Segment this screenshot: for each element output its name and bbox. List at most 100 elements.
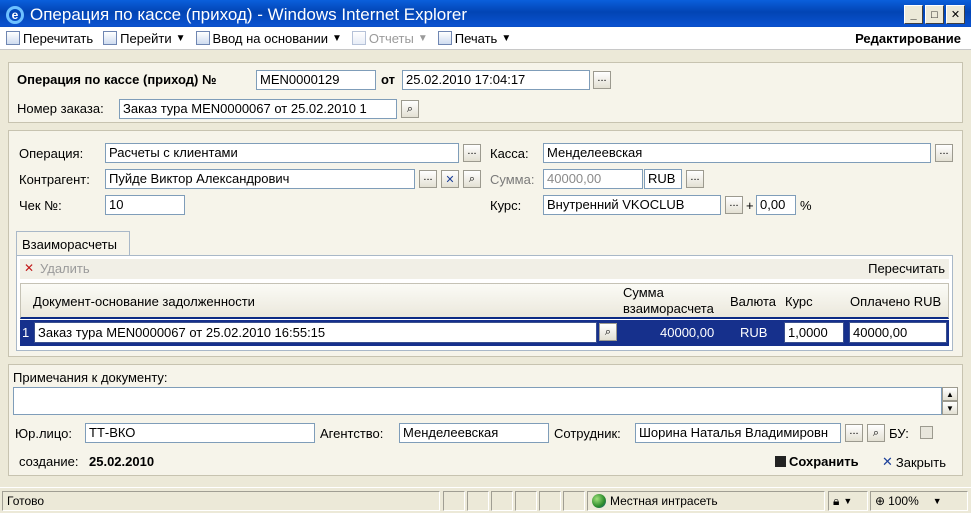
notes-label: Примечания к документу: bbox=[13, 370, 168, 385]
reports-icon bbox=[351, 31, 366, 45]
col-paid-header[interactable]: Оплачено RUB bbox=[850, 294, 941, 309]
bu-label: БУ: bbox=[889, 426, 909, 441]
ie-logo-icon: e bbox=[6, 6, 24, 24]
created-label: создание: bbox=[19, 454, 79, 469]
grid-header: Документ-основание задолженности Сумма в… bbox=[20, 283, 949, 319]
counterparty-label: Контрагент: bbox=[19, 172, 90, 187]
goto-menu[interactable]: Перейти ▼ bbox=[103, 30, 186, 46]
footer-panel: Примечания к документу: ▲ ▼ Юр.лицо: ТТ-… bbox=[8, 364, 963, 476]
print-label: Печать bbox=[454, 30, 498, 46]
status-text: Готово bbox=[2, 491, 440, 511]
minimize-button[interactable]: _ bbox=[904, 5, 923, 24]
printer-icon bbox=[437, 31, 452, 45]
col-currency-header[interactable]: Валюта bbox=[730, 294, 776, 309]
close-button[interactable]: ✕ Закрыть bbox=[882, 454, 946, 470]
created-value: 25.02.2010 bbox=[89, 454, 155, 469]
legal-label: Юр.лицо: bbox=[15, 426, 72, 441]
row-doc-field[interactable]: Заказ тура MEN0000067 от 25.02.2010 16:5… bbox=[34, 322, 597, 343]
col-sum-header[interactable]: Сумма взаиморасчета bbox=[623, 285, 733, 317]
zoom-button[interactable]: ⊕ 100% ▼ bbox=[870, 491, 968, 511]
rate-select-button[interactable]: ... bbox=[725, 196, 743, 214]
rate-label: Курс: bbox=[490, 198, 522, 213]
dropdown-arrow-icon: ▼ bbox=[175, 32, 186, 44]
employee-field[interactable]: Шорина Наталья Владимировн bbox=[635, 423, 841, 443]
operation-label: Операция: bbox=[19, 146, 84, 161]
zoom-label: 100% bbox=[888, 494, 919, 508]
percent-field[interactable]: 0,00 bbox=[756, 195, 796, 215]
legal-field[interactable]: ТТ-ВКО bbox=[85, 423, 315, 443]
goto-label: Перейти bbox=[120, 30, 172, 46]
maximize-button[interactable]: □ bbox=[925, 5, 944, 24]
order-label: Номер заказа: bbox=[17, 101, 104, 116]
security-zone[interactable]: Местная интрасеть bbox=[587, 491, 825, 511]
agency-field[interactable]: Менделеевская bbox=[399, 423, 549, 443]
currency-select-button[interactable]: ... bbox=[686, 170, 704, 188]
window-title: Операция по кассе (приход) - Windows Int… bbox=[30, 5, 468, 24]
clear-icon[interactable]: ✕ bbox=[441, 170, 459, 188]
tab-settlements[interactable]: Взаиморасчеты bbox=[16, 231, 130, 256]
zone-label: Местная интрасеть bbox=[610, 494, 718, 508]
form-toolbar: Перечитать Перейти ▼ Ввод на основании ▼… bbox=[0, 27, 971, 50]
notes-scroll-down-icon[interactable]: ▼ bbox=[942, 401, 958, 415]
operation-select-button[interactable]: ... bbox=[463, 144, 481, 162]
row-doc-search-icon[interactable]: ⌕ bbox=[599, 323, 617, 341]
status-segment bbox=[467, 491, 489, 511]
cashbox-field[interactable]: Менделеевская bbox=[543, 143, 931, 163]
notes-scroll-up-icon[interactable]: ▲ bbox=[942, 387, 958, 401]
operation-field[interactable]: Расчеты с клиентами bbox=[105, 143, 459, 163]
based-on-menu[interactable]: Ввод на основании ▼ bbox=[195, 30, 342, 46]
cashbox-select-button[interactable]: ... bbox=[935, 144, 953, 162]
header-panel: Операция по кассе (приход) № MEN0000129 … bbox=[8, 62, 963, 123]
print-menu[interactable]: Печать ▼ bbox=[437, 30, 511, 46]
employee-select-button[interactable]: ... bbox=[845, 424, 863, 442]
date-select-button[interactable]: ... bbox=[593, 71, 611, 89]
close-window-button[interactable]: ✕ bbox=[946, 5, 965, 24]
browser-statusbar: Готово Местная интрасеть 🔒︎ ▼ ⊕ 100% ▼ bbox=[0, 487, 971, 513]
counterparty-search-icon[interactable]: ⌕ bbox=[463, 170, 481, 188]
order-search-icon[interactable]: ⌕ bbox=[401, 100, 419, 118]
row-paid-field[interactable]: 40000,00 bbox=[849, 322, 947, 343]
mode-label: Редактирование bbox=[855, 30, 961, 46]
reread-button[interactable]: Перечитать bbox=[6, 31, 93, 46]
counterparty-field[interactable]: Пуйде Виктор Александрович bbox=[105, 169, 415, 189]
sum-field[interactable]: 40000,00 bbox=[543, 169, 643, 189]
from-label: от bbox=[381, 72, 395, 87]
close-icon: ✕ bbox=[882, 454, 893, 469]
reread-label: Перечитать bbox=[23, 30, 94, 46]
notes-field[interactable] bbox=[13, 387, 942, 415]
check-field[interactable]: 10 bbox=[105, 195, 185, 215]
grid-toolbar: ✕ Удалить Пересчитать bbox=[20, 259, 949, 279]
currency-field[interactable]: RUB bbox=[644, 169, 682, 189]
dropdown-arrow-icon: ▼ bbox=[843, 496, 853, 506]
main-panel: Операция: Расчеты с клиентами ... Контра… bbox=[8, 130, 963, 357]
based-on-icon bbox=[195, 31, 210, 45]
dropdown-arrow-icon: ▼ bbox=[932, 496, 942, 506]
sum-label: Сумма: bbox=[490, 172, 535, 187]
date-field[interactable]: 25.02.2010 17:04:17 bbox=[402, 70, 590, 90]
cashbox-label: Касса: bbox=[490, 146, 529, 161]
order-field[interactable]: Заказ тура MEN0000067 от 25.02.2010 1 bbox=[119, 99, 397, 119]
percent-sign: % bbox=[800, 198, 812, 213]
col-doc-header[interactable]: Документ-основание задолженности bbox=[33, 294, 255, 309]
globe-icon bbox=[592, 494, 606, 508]
table-row[interactable]: 1 Заказ тура MEN0000067 от 25.02.2010 16… bbox=[20, 320, 949, 346]
col-rate-header[interactable]: Курс bbox=[785, 294, 813, 309]
bu-checkbox[interactable] bbox=[920, 426, 933, 439]
save-disk-icon bbox=[775, 456, 786, 467]
zoom-icon: ⊕ bbox=[875, 494, 886, 508]
delete-button[interactable]: Удалить bbox=[40, 261, 90, 276]
save-button[interactable]: Сохранить bbox=[775, 454, 859, 469]
based-on-label: Ввод на основании bbox=[212, 30, 328, 46]
employee-search-icon[interactable]: ⌕ bbox=[867, 424, 885, 442]
recalc-button[interactable]: Пересчитать bbox=[868, 261, 945, 276]
row-rate-field[interactable]: 1,0000 bbox=[784, 322, 844, 343]
protected-mode-button[interactable]: 🔒︎ ▼ bbox=[828, 491, 868, 511]
settlements-grid: ✕ Удалить Пересчитать Документ-основание… bbox=[16, 255, 953, 351]
status-segment bbox=[539, 491, 561, 511]
status-segment bbox=[563, 491, 585, 511]
counterparty-select-button[interactable]: ... bbox=[419, 170, 437, 188]
reports-menu[interactable]: Отчеты ▼ bbox=[351, 31, 428, 46]
rate-field[interactable]: Внутренний VKOCLUB bbox=[543, 195, 721, 215]
doc-number-field[interactable]: MEN0000129 bbox=[256, 70, 376, 90]
refresh-icon bbox=[6, 31, 20, 45]
